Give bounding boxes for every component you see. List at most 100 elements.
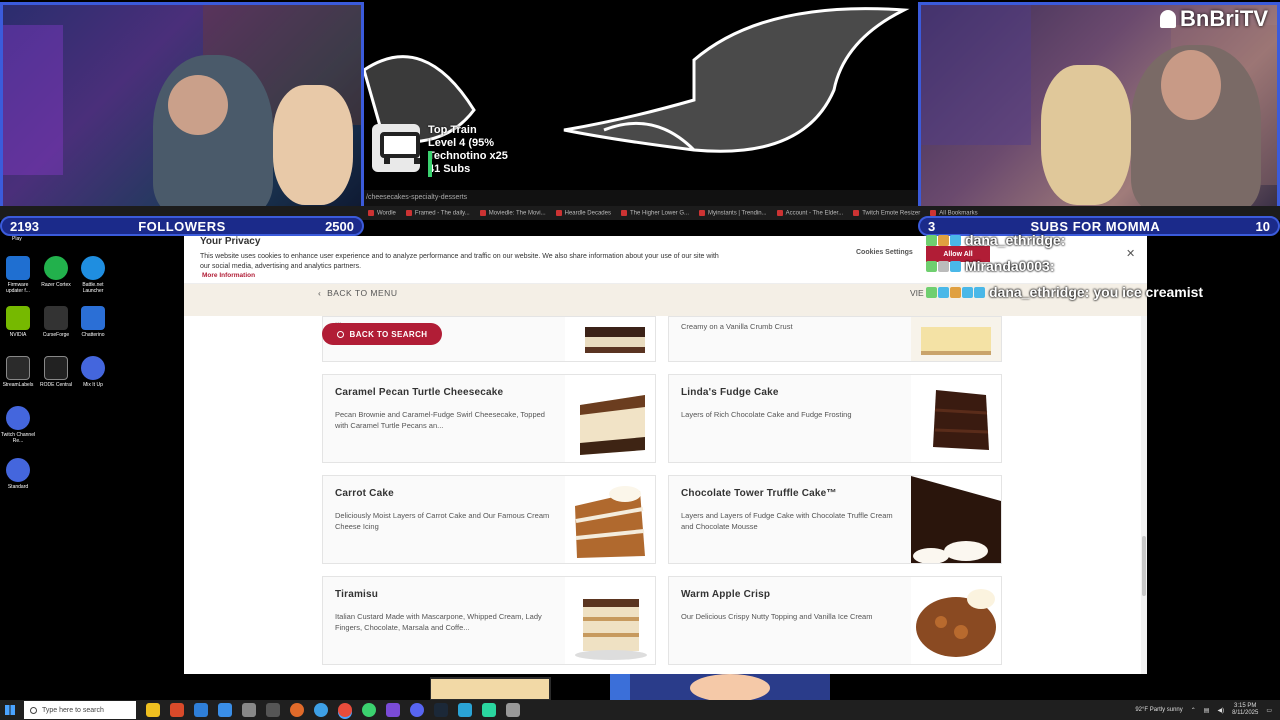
- curseforge-icon: [44, 306, 68, 330]
- edge-icon[interactable]: [218, 703, 232, 717]
- menu-card-title: Warm Apple Crisp: [681, 589, 771, 600]
- start-button[interactable]: [0, 700, 20, 720]
- chevron-up-icon[interactable]: ⌃: [1191, 707, 1196, 714]
- system-tray: 92°F Partly sunny ⌃ ▤ ◀) 3:15 PM 8/11/20…: [1135, 703, 1280, 717]
- train-contributor: Technotino x25: [428, 150, 508, 162]
- chrome-icon[interactable]: [338, 703, 352, 717]
- taskbar-search[interactable]: Type here to search: [24, 701, 136, 719]
- desktop-icon-rode[interactable]: RODE Central: [38, 356, 74, 388]
- overlay-character-bottom: [430, 674, 870, 700]
- menu-card-desc: Layers of Rich Chocolate Cake and Fudge …: [681, 410, 852, 419]
- discord-icon[interactable]: [410, 703, 424, 717]
- more-information-link[interactable]: More Information: [202, 272, 255, 279]
- turtle-cheesecake-image: [580, 395, 645, 455]
- desktop-icon-twitch-channel[interactable]: Twitch Channel Re...: [0, 406, 36, 444]
- menu-card[interactable]: Carrot Cake Deliciously Moist Layers of …: [322, 475, 656, 564]
- cookies-settings-button[interactable]: Cookies Settings: [856, 249, 913, 256]
- bookmark-item[interactable]: Moviedle: The Movi...: [480, 210, 546, 216]
- desktop-icon-chatterino[interactable]: Chatterino: [75, 306, 111, 338]
- menu-card-desc: Italian Custard Made with Mascarpone, Wh…: [335, 612, 542, 632]
- brand-name: BnBriTV: [1180, 6, 1268, 31]
- back-to-search-button[interactable]: BACK TO SEARCH: [322, 323, 442, 345]
- app-icon[interactable]: [458, 703, 472, 717]
- firefox-icon[interactable]: [290, 703, 304, 717]
- menu-card-title: Chocolate Tower Truffle Cake™: [681, 488, 837, 499]
- menu-card[interactable]: Creamy on a Vanilla Crumb Crust: [668, 316, 1002, 362]
- app-icon[interactable]: [242, 703, 256, 717]
- cookie-banner-text: This website uses cookies to enhance use…: [200, 253, 719, 270]
- app-icon[interactable]: [482, 703, 496, 717]
- search-icon: [30, 706, 37, 714]
- steam-icon[interactable]: [434, 703, 448, 717]
- fudge-cake-image: [933, 390, 989, 450]
- menu-card-image: [911, 577, 1001, 664]
- desktop-icon-curseforge[interactable]: CurseForge: [38, 306, 74, 338]
- desktop-icon-standard[interactable]: Standard: [0, 458, 36, 490]
- chat-badges: [926, 286, 985, 298]
- clock[interactable]: 3:15 PM 8/11/2025: [1232, 703, 1258, 717]
- menu-card[interactable]: Linda's Fudge Cake Layers of Rich Chocol…: [668, 374, 1002, 463]
- followers-goal: 2500: [325, 218, 354, 234]
- chat-username: dana_ethridge:: [965, 232, 1066, 248]
- bookmark-item[interactable]: Wordle: [368, 210, 396, 216]
- volume-icon[interactable]: ◀): [1217, 707, 1224, 714]
- app-icon[interactable]: [362, 703, 376, 717]
- desktop-icon-firmware[interactable]: Firmware updater f...: [0, 256, 36, 294]
- bookmark-item[interactable]: Account - The Elder...: [777, 210, 844, 216]
- close-icon[interactable]: ✕: [1126, 247, 1135, 260]
- train-icon: [372, 124, 420, 172]
- desktop-play-label: Play: [12, 236, 22, 242]
- menu-card-desc: Layers and Layers of Fudge Cake with Cho…: [681, 511, 893, 531]
- desktop-icon-nvidia[interactable]: NVIDIA: [0, 306, 36, 338]
- menu-card[interactable]: Warm Apple Crisp Our Delicious Crispy Nu…: [668, 576, 1002, 665]
- url-fragment: /cheesecakes-specialty-desserts: [364, 190, 918, 206]
- notification-icon[interactable]: ▭: [1266, 707, 1272, 714]
- weather-widget[interactable]: 92°F Partly sunny: [1135, 707, 1182, 713]
- bookmark-item[interactable]: Heardle Decades: [556, 210, 611, 216]
- menu-card-desc: Pecan Brownie and Caramel-Fudge Swirl Ch…: [335, 410, 545, 430]
- app-icon[interactable]: [266, 703, 280, 717]
- desktop-icon-mixitup[interactable]: Mix It Up: [75, 356, 111, 388]
- outlook-icon[interactable]: [194, 703, 208, 717]
- chat-message: dana_ethridge: you ice creamist: [926, 284, 1203, 300]
- menu-card[interactable]: Tiramisu Italian Custard Made with Masca…: [322, 576, 656, 665]
- app-icon[interactable]: [506, 703, 520, 717]
- bookmark-item[interactable]: The Higher Lower G...: [621, 210, 689, 216]
- twitch-icon[interactable]: [386, 703, 400, 717]
- app-icon[interactable]: [314, 703, 328, 717]
- bookmark-item[interactable]: Myinstants | Trendin...: [699, 210, 767, 216]
- rode-icon: [44, 356, 68, 380]
- chat-badges: [926, 260, 961, 272]
- file-explorer-icon[interactable]: [146, 703, 160, 717]
- battlenet-icon: [81, 256, 105, 280]
- desktop-icon-razer[interactable]: Razer Cortex: [38, 256, 74, 288]
- windows-icon: [5, 705, 15, 715]
- chat-text: you ice creamist: [1093, 284, 1204, 300]
- menu-card-image: [911, 375, 1001, 462]
- app-icon[interactable]: [170, 703, 184, 717]
- menu-card[interactable]: Caramel Pecan Turtle Cheesecake Pecan Br…: [322, 374, 656, 463]
- scrollbar-thumb[interactable]: [1142, 536, 1146, 596]
- windows-taskbar: Type here to search 92°F Partly sunny ⌃ …: [0, 700, 1280, 720]
- streamlabels-icon: [6, 356, 30, 380]
- menu-card-image: [565, 476, 655, 563]
- desktop-icon-battlenet[interactable]: Battle.net Launcher: [75, 256, 111, 294]
- back-to-menu-link[interactable]: ‹ BACK TO MENU: [318, 288, 397, 298]
- network-icon[interactable]: ▤: [1204, 707, 1210, 714]
- bookmark-item[interactable]: Framed - The daily...: [406, 210, 470, 216]
- menu-card-desc: Deliciously Moist Layers of Carrot Cake …: [335, 511, 550, 531]
- right-panel-dark: [1147, 236, 1280, 699]
- menu-card[interactable]: Chocolate Tower Truffle Cake™ Layers and…: [668, 475, 1002, 564]
- menu-card-image: [565, 577, 655, 664]
- menu-card-image: [911, 476, 1001, 563]
- mixitup-icon: [81, 356, 105, 380]
- view-link[interactable]: VIE: [910, 288, 924, 298]
- nvidia-icon: [6, 306, 30, 330]
- chat-username: Miranda0003:: [965, 258, 1055, 274]
- menu-card-title: Carrot Cake: [335, 488, 394, 499]
- followers-goal-bar: 2193 FOLLOWERS 2500: [0, 216, 364, 236]
- desktop-icon-streamlabels[interactable]: StreamLabels: [0, 356, 36, 388]
- chatterino-icon: [81, 306, 105, 330]
- layered-cheesecake-image: [585, 327, 645, 353]
- bookmark-item[interactable]: Twitch Emote Resizer: [853, 210, 920, 216]
